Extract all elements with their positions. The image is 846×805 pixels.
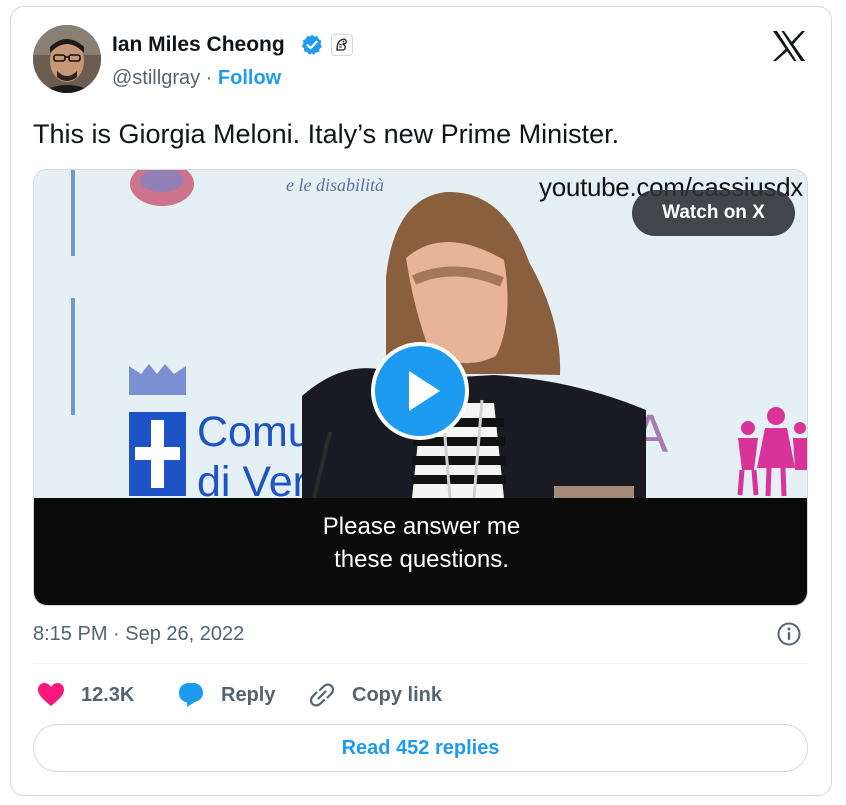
avatar[interactable] xyxy=(33,25,101,93)
reply-button[interactable]: Reply xyxy=(177,680,275,710)
verified-badge-icon xyxy=(301,34,323,56)
author-handle[interactable]: @stillgray xyxy=(112,67,200,89)
like-button[interactable]: 12.3K xyxy=(37,680,134,710)
read-replies-button[interactable]: Read 452 replies xyxy=(33,724,808,772)
copy-link-label: Copy link xyxy=(352,683,443,706)
handle-row: @stillgray · Follow xyxy=(112,67,281,90)
handle-separator: · xyxy=(205,67,213,89)
tweet-text: This is Giorgia Meloni. Italy’s new Prim… xyxy=(33,119,620,149)
tweet-timestamp[interactable]: 8:15 PM · Sep 26, 2022 xyxy=(33,623,244,646)
affiliation-badge-icon[interactable] xyxy=(331,34,353,56)
video-player[interactable]: Comune di Verona e le disabilità A youtu… xyxy=(33,169,808,606)
banner-script: e le disabilità xyxy=(286,175,384,195)
x-logo-icon[interactable] xyxy=(771,29,807,63)
author-name[interactable]: Ian Miles Cheong xyxy=(112,33,285,57)
divider xyxy=(33,663,808,664)
like-count: 12.3K xyxy=(81,683,135,706)
video-caption: Please answer me these questions. xyxy=(322,513,521,573)
reply-bubble-icon xyxy=(179,683,203,707)
follow-button[interactable]: Follow xyxy=(218,67,281,89)
watch-on-x-button[interactable]: Watch on X xyxy=(632,190,795,236)
tweet-card: Ian Miles Cheong @stillgray · Follow Thi… xyxy=(10,6,832,796)
heart-icon xyxy=(38,683,64,706)
play-icon[interactable] xyxy=(371,342,469,440)
reply-label: Reply xyxy=(221,683,276,706)
link-icon xyxy=(309,683,335,707)
copy-link-button[interactable]: Copy link xyxy=(308,680,442,710)
info-icon[interactable] xyxy=(776,621,802,647)
